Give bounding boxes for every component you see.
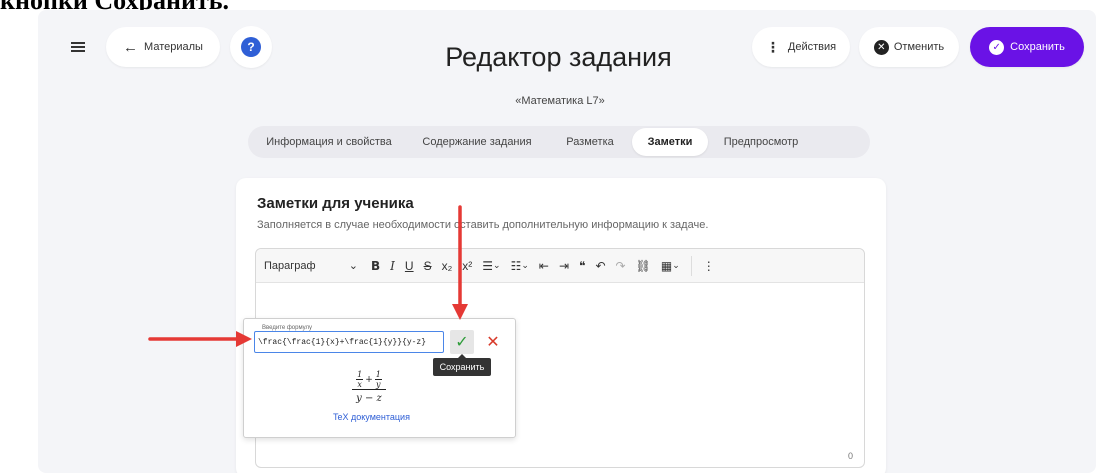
annotation-arrows bbox=[148, 205, 468, 347]
arrow-to-formula-input bbox=[148, 331, 252, 347]
arrow-to-confirm-button bbox=[452, 205, 468, 320]
